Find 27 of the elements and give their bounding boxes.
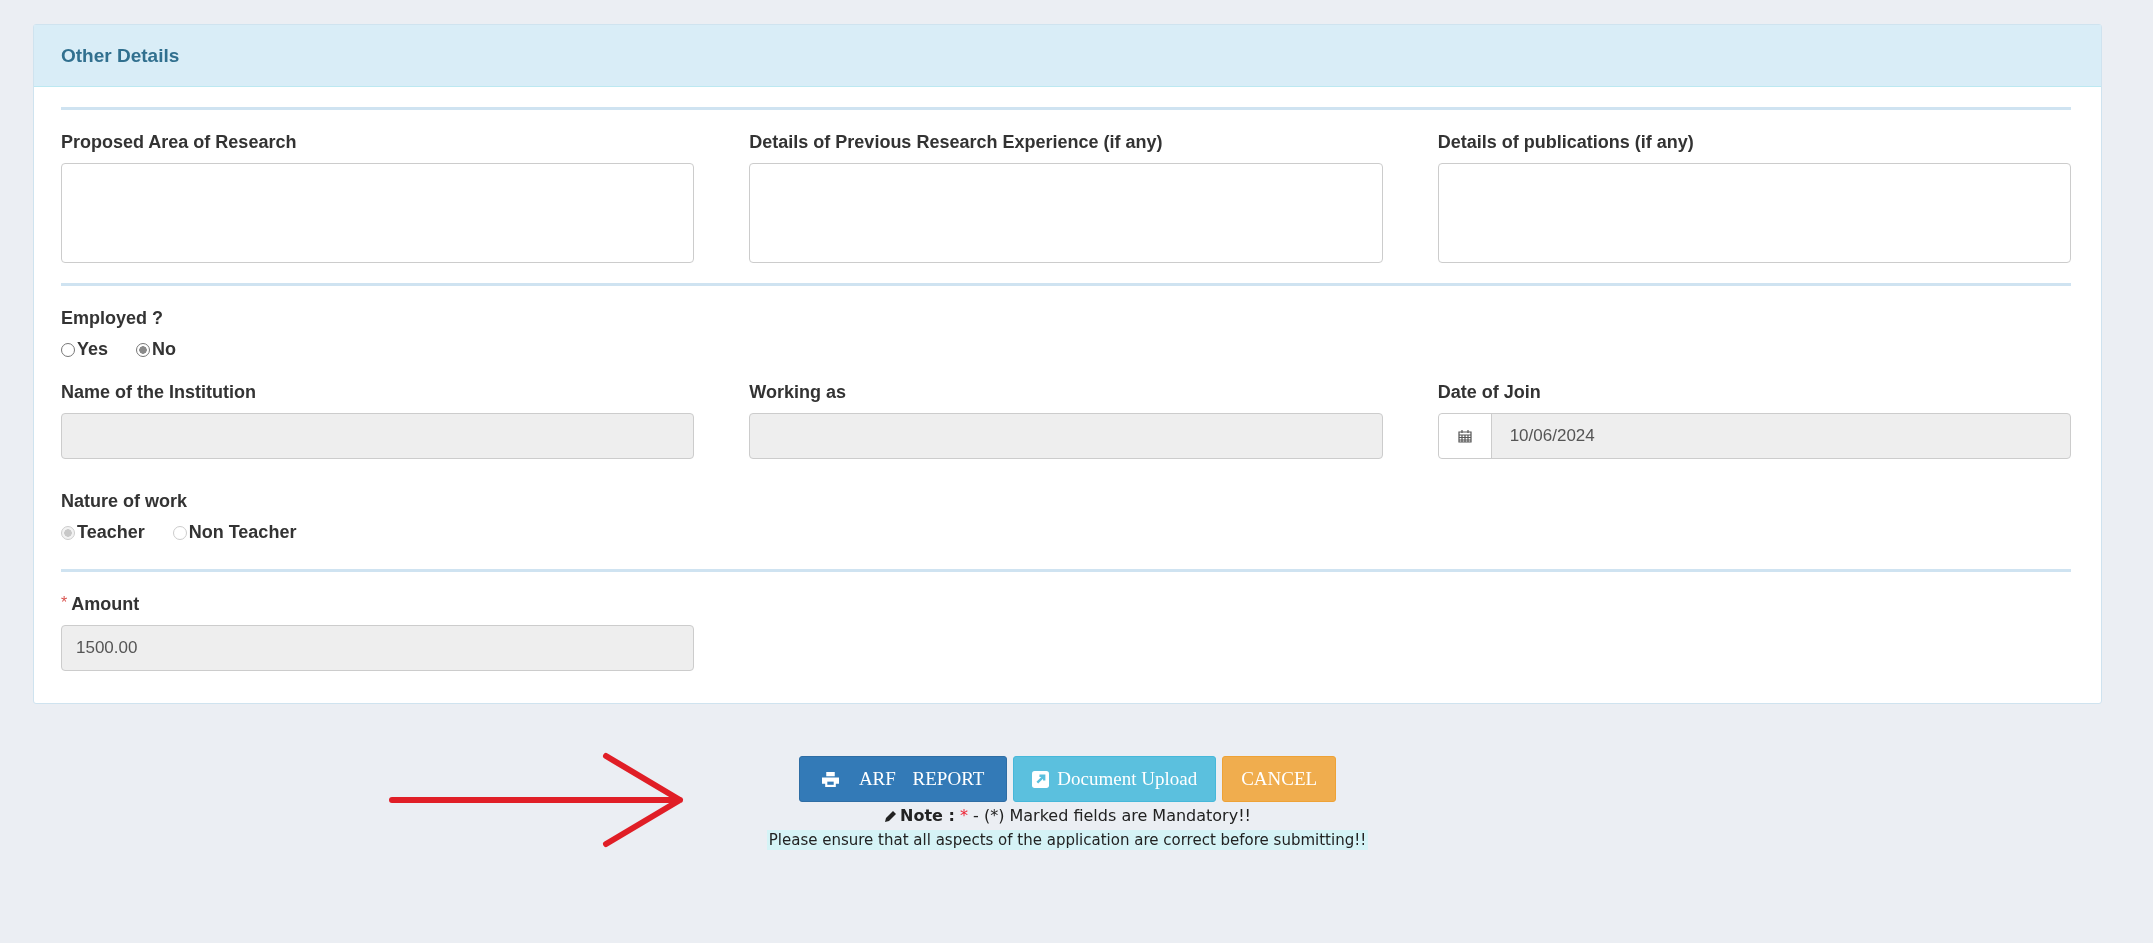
radio-label: No	[152, 339, 177, 360]
text-area[interactable]	[61, 163, 695, 263]
panel-title: Other Details	[61, 44, 180, 67]
field-label: Details of Previous Research Experience (if any)	[749, 132, 1163, 153]
radio-label: Teacher	[77, 522, 145, 543]
field-label: Details of publications (if any)	[1437, 132, 1694, 153]
field-label: Working as	[749, 382, 847, 403]
field-label: Proposed Area of Research	[61, 132, 297, 153]
pencil-icon	[884, 808, 898, 823]
radio-label: Yes	[77, 339, 109, 360]
field-label: Amount	[71, 594, 140, 615]
field-label: Name of the Institution	[61, 382, 256, 403]
field-label: Nature of work	[61, 491, 188, 512]
radio-label: Non Teacher	[188, 522, 297, 543]
report-button[interactable]: ARF REPORT	[798, 756, 1008, 802]
warning-text: Please ensure that all aspects of the application are correct before submitting!!	[766, 830, 1369, 850]
printer-icon	[821, 771, 839, 787]
radio-button[interactable]	[61, 342, 75, 357]
required-mark: *	[61, 594, 68, 612]
text-area[interactable]	[1437, 163, 2071, 263]
field-label: Date of Join	[1437, 382, 1541, 403]
field-label: Employed ?	[61, 308, 163, 329]
note-text: Note : * - (*) Marked fields are Mandatory!!	[900, 806, 1251, 825]
text-area[interactable]	[749, 163, 1383, 263]
calendar-icon	[1457, 429, 1472, 443]
radio-button[interactable]	[136, 342, 151, 357]
external-link-icon	[1032, 770, 1050, 788]
